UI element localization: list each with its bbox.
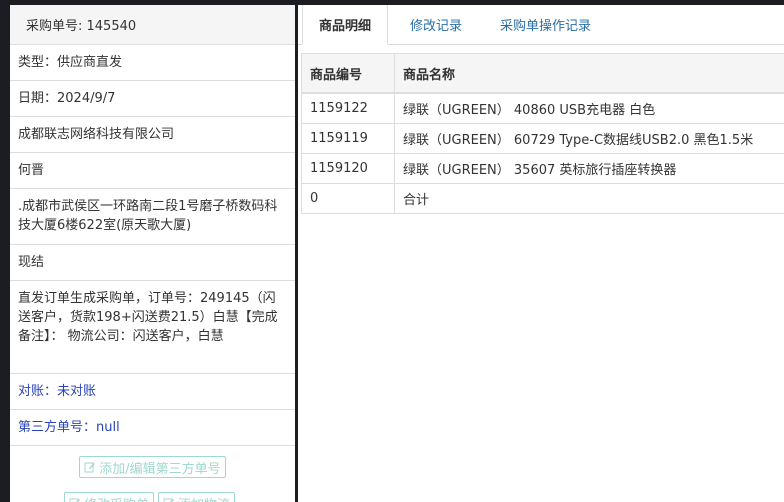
reconcile-row: 对账：未对账 [10,374,295,410]
product-name: 绿联（UGREEN） 35607 英标旅行插座转换器 [394,153,784,184]
contact-name: 何晋 [18,163,45,178]
order-remark: 直发订单生成采购单，订单号：249145（闪送客户，货款198+闪送费21.5）… [18,291,278,344]
product-table: 商品编号 商品名称 1159122 绿联（UGREEN） 40860 USB充电… [301,53,784,214]
order-date: 日期：2024/9/7 [18,91,116,106]
third-party-number: 第三方单号：null [18,420,120,435]
tab-order-operation-log[interactable]: 采购单操作记录 [484,5,607,44]
product-name: 绿联（UGREEN） 40860 USB充电器 白色 [394,92,784,124]
supplier-company: 成都联志网络科技有限公司 [18,127,175,142]
address: .成都市武侯区一环路南二段1号磨子桥数码科技大厦6楼622室(原天歌大厦) [18,199,278,233]
order-number-header: 采购单号: 145540 [10,5,295,45]
table-row: 1159120 绿联（UGREEN） 35607 英标旅行插座转换器 [301,153,784,184]
table-total-row: 0 合计 [301,183,784,214]
column-header-product-name: 商品名称 [394,53,784,94]
table-row: 1159122 绿联（UGREEN） 40860 USB充电器 白色 [301,92,784,124]
payment-method: 现结 [18,255,45,270]
reconcile-status: 对账：未对账 [18,384,97,399]
product-id: 1159122 [301,92,395,124]
table-header-row: 商品编号 商品名称 [301,53,784,94]
address-row: .成都市武侯区一环路南二段1号磨子桥数码科技大厦6楼622室(原天歌大厦) [10,189,295,245]
third-party-button-wrap: 添加/编辑第三方单号 [10,446,295,478]
product-name: 绿联（UGREEN） 60729 Type-C数据线USB2.0 黑色1.5米 [394,123,784,154]
supplier-company-row: 成都联志网络科技有限公司 [10,117,295,153]
order-date-row: 日期：2024/9/7 [10,81,295,117]
third-party-row: 第三方单号：null [10,410,295,446]
add-edit-third-party-label: 添加/编辑第三方单号 [99,461,221,477]
edit-icon [69,498,80,502]
edit-icon [163,498,175,502]
details-panel: 商品明细 修改记录 采购单操作记录 商品编号 商品名称 1159122 绿联（U… [298,5,784,502]
add-edit-third-party-button[interactable]: 添加/编辑第三方单号 [79,456,226,478]
add-logistics-button[interactable]: 添加物流 [158,492,236,502]
add-logistics-label: 添加物流 [178,494,230,502]
total-value: 0 [301,183,395,214]
tab-product-details[interactable]: 商品明细 [302,5,389,45]
order-number: 采购单号: 145540 [26,19,137,34]
product-id: 1159120 [301,153,395,184]
contact-row: 何晋 [10,153,295,189]
total-label: 合计 [394,183,784,214]
modify-order-label: 修改采购单 [84,494,149,502]
order-type-row: 类型：供应商直发 [10,45,295,81]
tab-bar: 商品明细 修改记录 采购单操作记录 [298,5,784,45]
bottom-button-row: 修改采购单 添加物流 [64,492,236,502]
column-header-product-id: 商品编号 [301,53,395,94]
payment-row: 现结 [10,245,295,281]
edit-icon [84,462,96,473]
modify-order-button[interactable]: 修改采购单 [64,492,155,502]
table-row: 1159119 绿联（UGREEN） 60729 Type-C数据线USB2.0… [301,123,784,154]
order-info-panel: 采购单号: 145540 类型：供应商直发 日期：2024/9/7 成都联志网络… [10,5,295,502]
product-id: 1159119 [301,123,395,154]
order-type: 类型：供应商直发 [18,55,123,70]
remark-row: 直发订单生成采购单，订单号：249145（闪送客户，货款198+闪送费21.5）… [10,281,295,374]
tab-modification-log[interactable]: 修改记录 [394,5,478,44]
